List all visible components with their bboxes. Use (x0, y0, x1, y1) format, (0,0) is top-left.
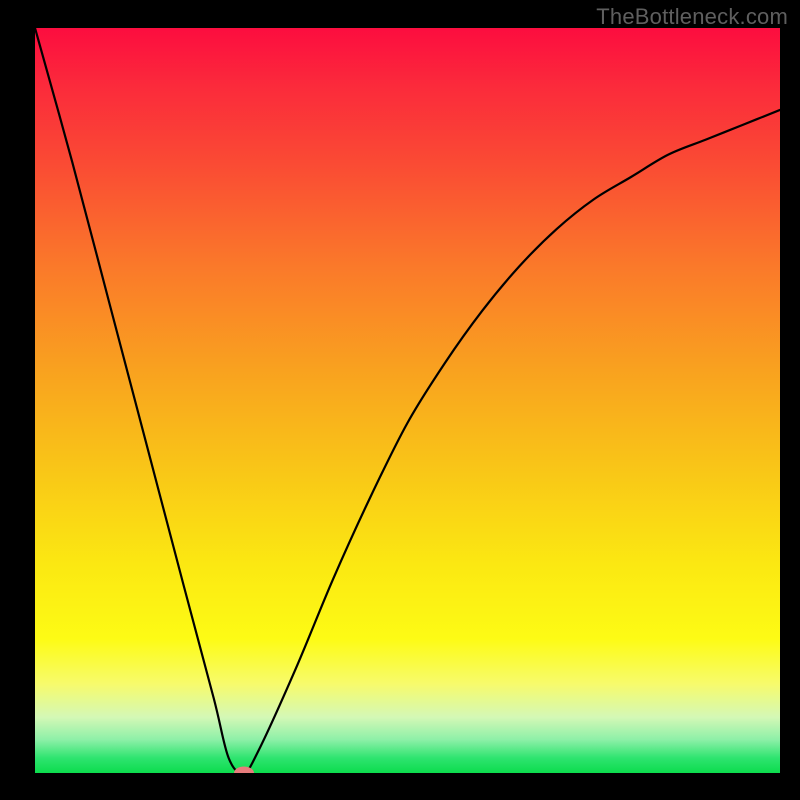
minimum-marker (234, 767, 254, 774)
watermark-text: TheBottleneck.com (596, 4, 788, 30)
chart-frame: TheBottleneck.com (0, 0, 800, 800)
plot-area (35, 28, 780, 773)
bottleneck-curve (35, 28, 780, 773)
